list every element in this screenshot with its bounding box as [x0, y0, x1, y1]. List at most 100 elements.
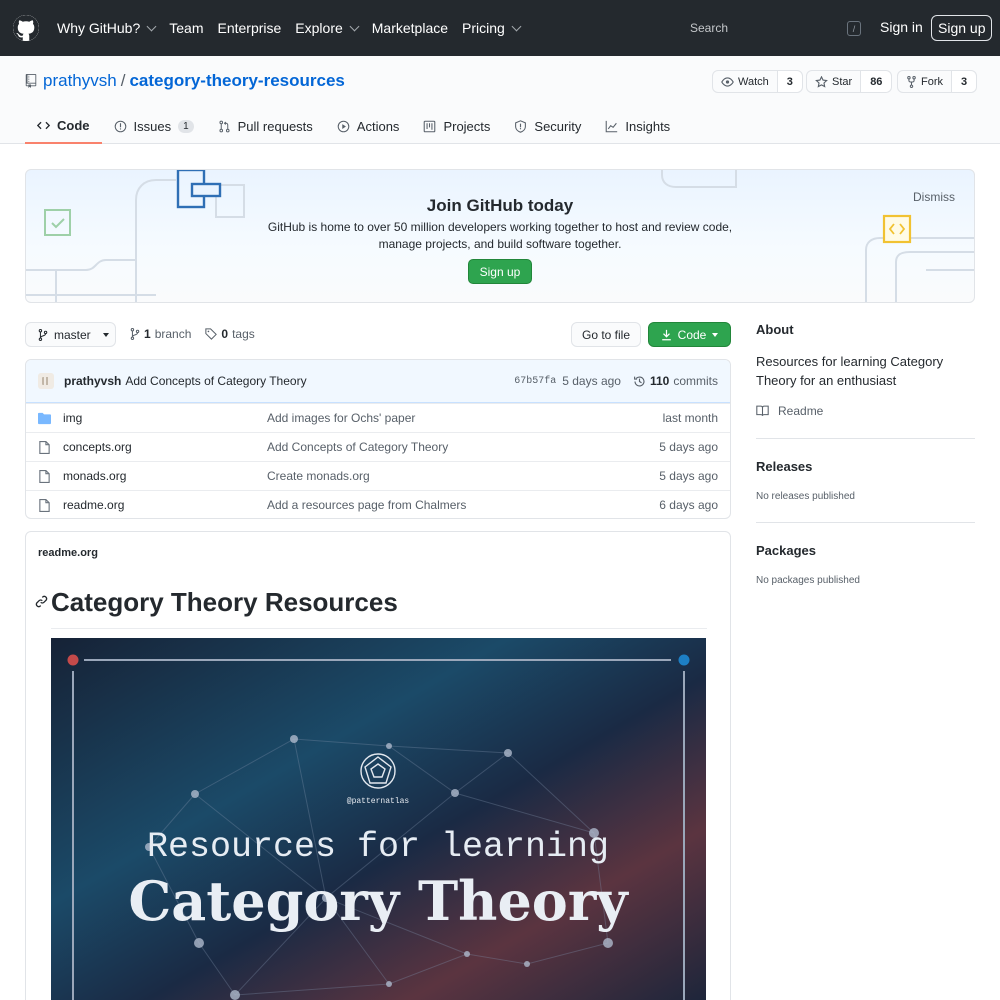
history-icon: [634, 375, 645, 387]
nav-label: Marketplace: [371, 20, 449, 36]
fork-button[interactable]: Fork: [898, 71, 952, 92]
repo-name-link[interactable]: category-theory-resources: [129, 71, 344, 91]
commit-history-link[interactable]: 110 commits: [633, 374, 718, 388]
tag-count: 0: [221, 327, 229, 341]
readme-link[interactable]: Readme: [756, 404, 975, 418]
code-button-label: Code: [677, 327, 707, 342]
tab-insights[interactable]: Insights: [593, 108, 682, 144]
tab-label: Issues: [133, 118, 172, 134]
nav-label: Pricing: [462, 20, 505, 36]
tag-word: tags: [232, 327, 255, 341]
branches-link[interactable]: 1 branch: [130, 327, 191, 341]
sign-in-link[interactable]: Sign in: [880, 19, 923, 35]
commit-sha[interactable]: 67b57fa: [514, 376, 556, 387]
chevron-down-icon: [146, 21, 157, 31]
file-commit-message[interactable]: Add Concepts of Category Theory: [267, 440, 448, 454]
packages-section: Packages No packages published: [756, 522, 975, 586]
tab-label: Pull requests: [237, 118, 313, 134]
sign-up-button[interactable]: Sign up: [931, 15, 993, 41]
readme-hero-image: @patternatlas Resources for learning Cat…: [51, 638, 706, 1000]
file-commit-message[interactable]: Add a resources page from Chalmers: [267, 498, 466, 512]
packages-note: No packages published: [756, 575, 860, 586]
avatar[interactable]: [38, 373, 54, 389]
watch-button[interactable]: Watch: [713, 71, 778, 92]
graph-icon: [606, 120, 618, 132]
file-row[interactable]: monads.org Create monads.org 5 days ago: [26, 461, 730, 490]
branch-name: master: [54, 327, 91, 342]
search-input[interactable]: Search /: [678, 14, 871, 42]
code-download-button[interactable]: Code: [648, 322, 731, 347]
readme-filename[interactable]: readme.org: [38, 547, 98, 559]
banner-title: Join GitHub today: [426, 196, 574, 215]
tab-security[interactable]: Security: [502, 108, 593, 144]
branch-count: 1: [144, 327, 151, 341]
fork-count[interactable]: 3: [952, 71, 977, 92]
dismiss-button[interactable]: Dismiss: [913, 190, 955, 204]
file-age: last month: [662, 411, 718, 425]
commit-meta: 67b57fa 5 days ago 110 commits: [514, 374, 718, 388]
file-row[interactable]: concepts.org Add Concepts of Category Th…: [26, 432, 730, 461]
banner-text-line: GitHub is home to over 50 million develo…: [267, 220, 733, 234]
fork-control: Fork 3: [897, 70, 978, 93]
search-placeholder: Search: [690, 21, 729, 35]
branch-selector[interactable]: master: [25, 322, 116, 347]
nav-pricing[interactable]: Pricing: [462, 20, 522, 36]
nav-label: Why GitHub?: [57, 20, 141, 36]
packages-title[interactable]: Packages: [756, 543, 975, 558]
repo-header: prathyvsh / category-theory-resources Wa…: [0, 56, 1000, 144]
tab-pull-requests[interactable]: Pull requests: [206, 108, 325, 144]
chevron-down-icon: [349, 21, 360, 31]
repo-description: Resources for learning Category Theory f…: [756, 354, 944, 388]
file-name[interactable]: monads.org: [63, 469, 126, 483]
file-age: 5 days ago: [659, 440, 718, 454]
banner-sign-up-button[interactable]: Sign up: [468, 259, 532, 284]
file-row[interactable]: readme.org Add a resources page from Cha…: [26, 490, 730, 518]
latest-commit-bar: prathyvsh Add Concepts of Category Theor…: [26, 360, 730, 403]
repo-owner-link[interactable]: prathyvsh: [43, 71, 117, 91]
watch-label: Watch: [738, 75, 769, 88]
tab-projects[interactable]: Projects: [411, 108, 502, 144]
commit-author[interactable]: prathyvsh: [64, 374, 121, 388]
repo-tabs: Code Issues 1 Pull requests Actions Proj…: [25, 108, 682, 144]
commit-message[interactable]: Add Concepts of Category Theory: [125, 374, 306, 388]
link-icon[interactable]: [35, 595, 48, 608]
tab-code[interactable]: Code: [25, 108, 102, 144]
go-to-file-button[interactable]: Go to file: [571, 322, 641, 347]
file-name[interactable]: img: [63, 411, 82, 425]
nav-explore[interactable]: Explore: [295, 20, 360, 36]
about-section: About Resources for learning Category Th…: [756, 322, 975, 418]
star-count[interactable]: 86: [861, 71, 892, 92]
nav-marketplace[interactable]: Marketplace: [372, 20, 448, 36]
github-logo-icon[interactable]: [13, 15, 39, 41]
issues-counter: 1: [178, 119, 194, 133]
nav-team[interactable]: Team: [169, 20, 203, 36]
global-header: Why GitHub? Team Enterprise Explore Mark…: [0, 0, 1000, 56]
chevron-down-icon: [511, 21, 522, 31]
file-commit-message[interactable]: Create monads.org: [267, 469, 370, 483]
file-icon: [39, 470, 50, 483]
file-row[interactable]: img Add images for Ochs' paper last mont…: [26, 403, 730, 432]
branch-icon: [130, 328, 140, 340]
releases-title[interactable]: Releases: [756, 459, 975, 474]
issue-icon: [114, 120, 126, 132]
star-icon: [815, 75, 828, 88]
nav-label: Explore: [295, 20, 343, 36]
nav-label: Team: [169, 20, 204, 36]
tab-issues[interactable]: Issues 1: [102, 108, 206, 144]
file-commit-message[interactable]: Add images for Ochs' paper: [267, 411, 415, 425]
tags-link[interactable]: 0 tags: [205, 327, 255, 341]
star-button[interactable]: Star: [807, 71, 862, 92]
nav-enterprise[interactable]: Enterprise: [217, 20, 281, 36]
repo-icon: [25, 74, 37, 88]
repo-breadcrumb: prathyvsh / category-theory-resources: [25, 71, 345, 91]
file-icon: [39, 499, 50, 512]
branch-tag-counts: 1 branch 0 tags: [130, 327, 255, 341]
commit-count: 110: [649, 374, 670, 388]
about-title: About: [756, 322, 794, 337]
file-name[interactable]: concepts.org: [63, 440, 132, 454]
watch-count[interactable]: 3: [777, 71, 802, 92]
file-name[interactable]: readme.org: [63, 498, 124, 512]
tab-actions[interactable]: Actions: [325, 108, 412, 144]
releases-note: No releases published: [756, 491, 855, 502]
nav-why-github[interactable]: Why GitHub?: [57, 20, 157, 36]
